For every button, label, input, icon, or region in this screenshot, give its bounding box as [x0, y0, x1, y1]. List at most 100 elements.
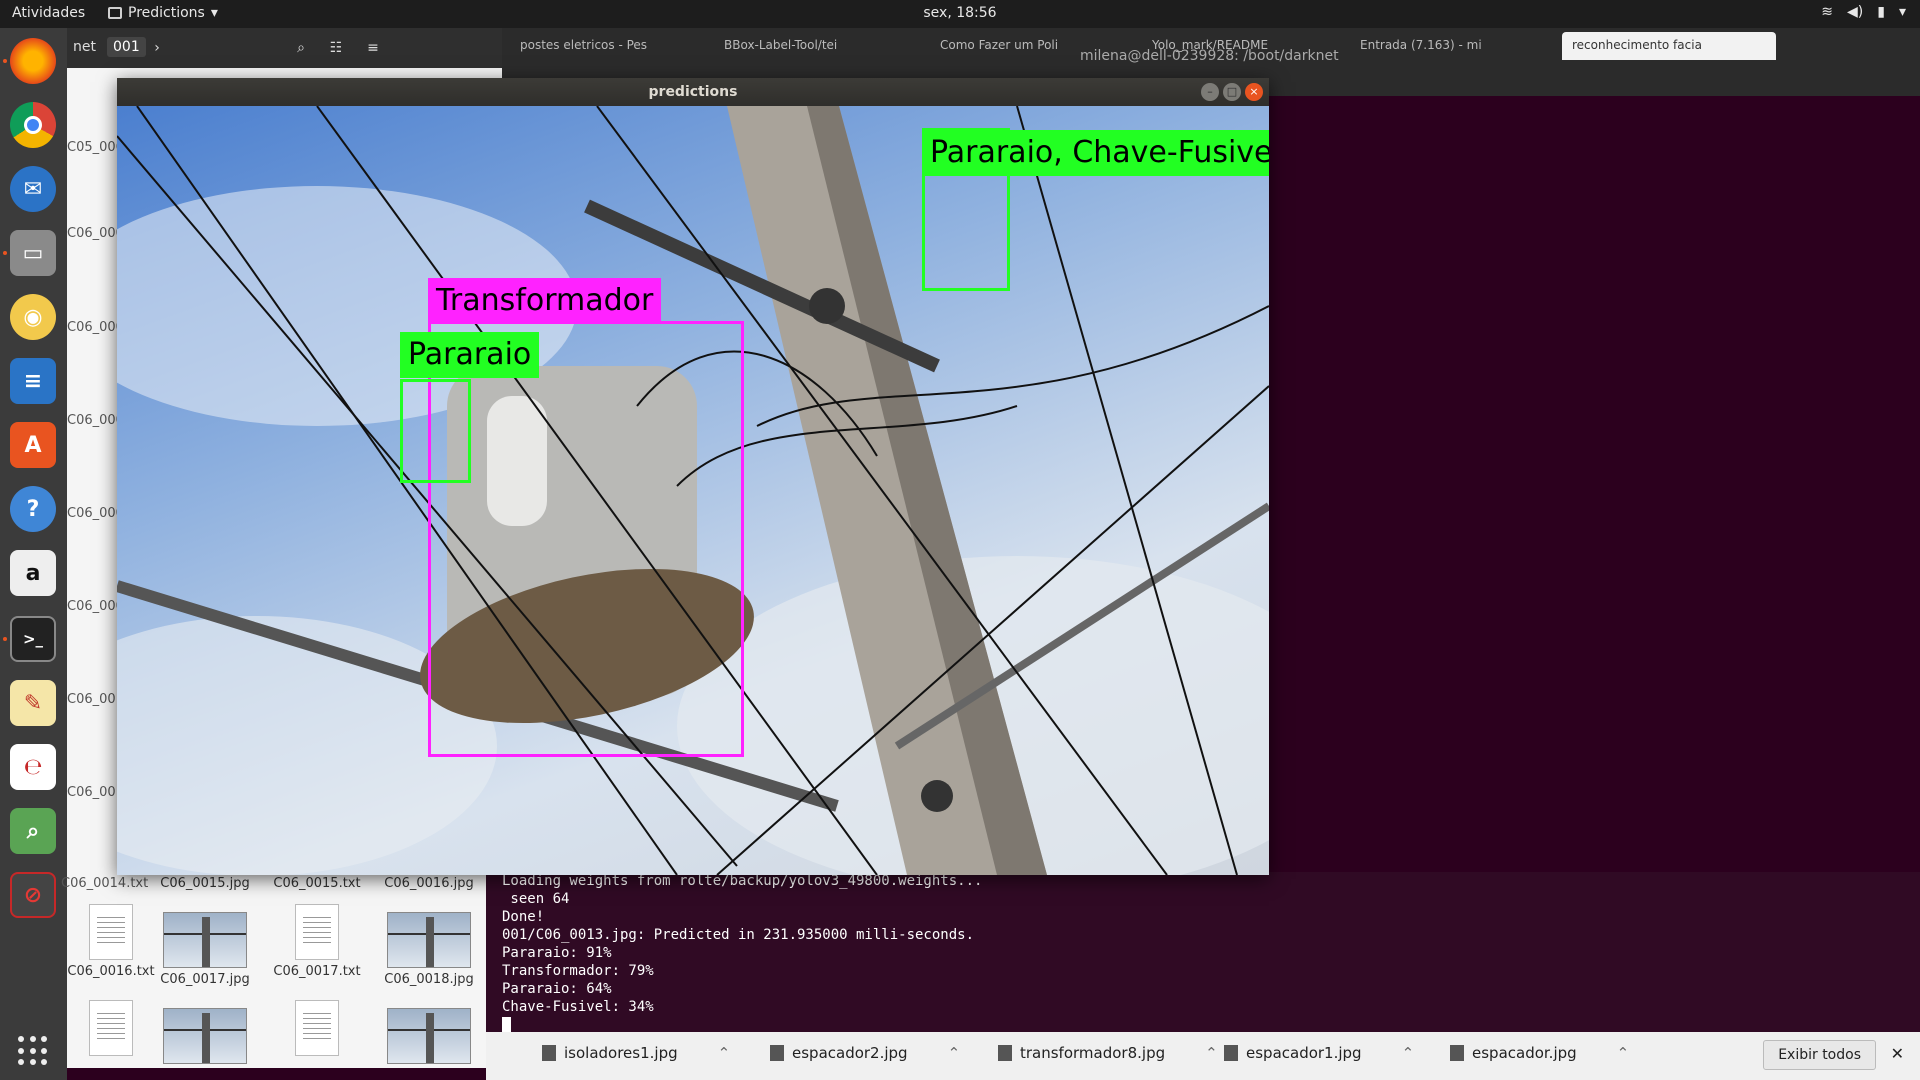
image-thumbnail [387, 912, 471, 968]
terminal-window[interactable]: Loading weights from rolte/backup/yolov3… [486, 872, 1920, 1032]
downloads-bar: isoladores1.jpg ⌃ espacador2.jpg ⌃ transfo… [486, 1032, 1920, 1080]
chevron-up-icon[interactable]: ⌃ [1205, 1044, 1218, 1062]
browser-tab[interactable]: BBox-Label-Tool/tei [714, 32, 882, 60]
image-thumbnail [387, 1008, 471, 1064]
download-item[interactable]: isoladores1.jpg ⌃ [542, 1044, 730, 1062]
terminal-window-title: milena@dell-0239928: /boot/darknet [1080, 48, 1339, 64]
search-icon[interactable]: ⌕ [287, 36, 315, 60]
files-icon[interactable]: ▭ [10, 230, 56, 276]
amazon-icon[interactable]: a [10, 550, 56, 596]
close-icon[interactable]: × [1245, 83, 1263, 101]
text-editor-icon[interactable]: ✎ [10, 680, 56, 726]
running-indicator [3, 59, 7, 63]
minimize-icon[interactable]: – [1201, 83, 1219, 101]
download-item[interactable]: espacador.jpg ⌃ [1450, 1044, 1629, 1062]
battery-icon[interactable]: ▮ [1877, 4, 1885, 20]
writer-icon[interactable]: ≡ [10, 358, 56, 404]
show-all-downloads-button[interactable]: Exibir todos [1763, 1040, 1876, 1070]
power-menu-icon[interactable]: ▾ [1899, 4, 1906, 20]
thunderbird-icon[interactable]: ✉ [10, 166, 56, 212]
chevron-up-icon[interactable]: ⌃ [948, 1044, 961, 1062]
text-file-icon [89, 904, 133, 960]
clock[interactable]: sex, 18:56 [0, 5, 1920, 21]
download-item[interactable]: espacador1.jpg ⌃ [1224, 1044, 1414, 1062]
browser-tab[interactable]: postes eletricos - Pes [510, 32, 678, 60]
system-tray[interactable]: ≋ ◀) ▮ ▾ [1821, 4, 1906, 20]
wifi-icon[interactable]: ≋ [1821, 4, 1833, 20]
running-indicator [3, 637, 7, 641]
file-name: C06_0017.jpg [160, 972, 250, 987]
download-filename: espacador2.jpg [792, 1044, 908, 1062]
terminal-line: seen 64 [502, 891, 570, 907]
file-item[interactable]: C06_0016.jpg [379, 876, 479, 891]
text-file-icon [89, 1000, 133, 1056]
chevron-down-icon: ▾ [210, 5, 218, 21]
close-icon[interactable]: ✕ [1891, 1044, 1904, 1063]
image-file-icon [1450, 1045, 1464, 1061]
terminal-line: 001/C06_0013.jpg: Predicted in 231.93500… [502, 927, 975, 943]
menu-icon[interactable]: ≡ [359, 36, 387, 60]
activities-button[interactable]: Atividades [12, 5, 85, 21]
software-center-icon[interactable]: A [10, 422, 56, 468]
detection-label-pararaio: Pararaio [400, 332, 540, 378]
file-item[interactable] [267, 1000, 367, 1060]
file-name: C06_0017.txt [273, 964, 361, 979]
app-menu[interactable]: Predictions ▾ [108, 5, 218, 21]
window-icon [108, 7, 122, 19]
top-bar: Atividades Predictions ▾ sex, 18:56 ≋ ◀)… [0, 0, 1920, 28]
terminal-line: Done! [502, 909, 545, 925]
file-item[interactable] [379, 1008, 479, 1068]
running-indicator [3, 251, 7, 255]
text-file-icon [295, 904, 339, 960]
breadcrumb-001[interactable]: 001 [107, 37, 146, 57]
detection-label-transformador: Transformador [428, 278, 662, 324]
file-label[interactable]: C06_0014.txt [61, 876, 148, 891]
predictions-window: predictions – □ × Pararaio, Chave-Fusive… [117, 78, 1269, 875]
file-item[interactable]: C06_0018.jpg [379, 912, 479, 987]
browser-tab-active[interactable]: reconhecimento facia [1562, 32, 1776, 60]
volume-icon[interactable]: ◀) [1847, 4, 1863, 20]
file-item[interactable]: C06_0015.txt [267, 876, 367, 891]
dock: ✉ ▭ ◉ ≡ A ? a >_ ✎ ℮ ⌕ ⊘ [0, 28, 67, 1080]
file-name: C06_0015.jpg [160, 876, 250, 891]
file-item[interactable] [61, 1000, 161, 1060]
predictions-title[interactable]: predictions [117, 78, 1269, 106]
image-thumbnail [163, 912, 247, 968]
image-viewer-icon[interactable]: ⌕ [10, 808, 56, 854]
download-item[interactable]: espacador2.jpg ⌃ [770, 1044, 960, 1062]
maximize-icon[interactable]: □ [1223, 83, 1241, 101]
file-item[interactable]: C06_0017.txt [267, 904, 367, 979]
fedora-icon[interactable]: ℮ [10, 744, 56, 790]
chevron-up-icon[interactable]: ⌃ [718, 1044, 731, 1062]
view-toggle-icon[interactable]: ☷ [322, 36, 350, 60]
chrome-icon[interactable] [10, 102, 56, 148]
detection-box-pararaio [400, 379, 471, 483]
terminal-line: Chave-Fusivel: 34% [502, 999, 654, 1015]
detection-box-transformador [428, 321, 744, 757]
terminal-line: Pararaio: 91% [502, 945, 612, 961]
blocked-app-icon[interactable]: ⊘ [10, 872, 56, 918]
help-icon[interactable]: ? [10, 486, 56, 532]
file-name: C06_0016.jpg [384, 876, 474, 891]
file-item[interactable]: C06_0017.jpg [155, 912, 255, 987]
browser-tab[interactable]: Entrada (7.163) - mi [1350, 32, 1510, 60]
text-file-icon [295, 1000, 339, 1056]
download-filename: isoladores1.jpg [564, 1044, 678, 1062]
chevron-right-icon[interactable]: › [143, 36, 171, 60]
firefox-icon[interactable] [10, 38, 56, 84]
terminal-icon[interactable]: >_ [10, 616, 56, 662]
chevron-up-icon[interactable]: ⌃ [1617, 1044, 1630, 1062]
chevron-up-icon[interactable]: ⌃ [1402, 1044, 1415, 1062]
download-filename: espacador.jpg [1472, 1044, 1577, 1062]
file-item[interactable]: C06_0015.jpg [155, 876, 255, 891]
prediction-image: Pararaio, Chave-Fusivel Transformador Pa… [117, 106, 1269, 875]
show-applications-icon[interactable] [18, 1036, 48, 1066]
file-item[interactable]: C06_0016.txt [61, 904, 161, 979]
download-filename: espacador1.jpg [1246, 1044, 1362, 1062]
download-item[interactable]: transformador8.jpg ⌃ [998, 1044, 1218, 1062]
image-file-icon [770, 1045, 784, 1061]
browser-tab[interactable]: Como Fazer um Poli [930, 32, 1098, 60]
file-item[interactable] [155, 1008, 255, 1068]
breadcrumb-net[interactable]: net [67, 37, 102, 57]
rhythmbox-icon[interactable]: ◉ [10, 294, 56, 340]
